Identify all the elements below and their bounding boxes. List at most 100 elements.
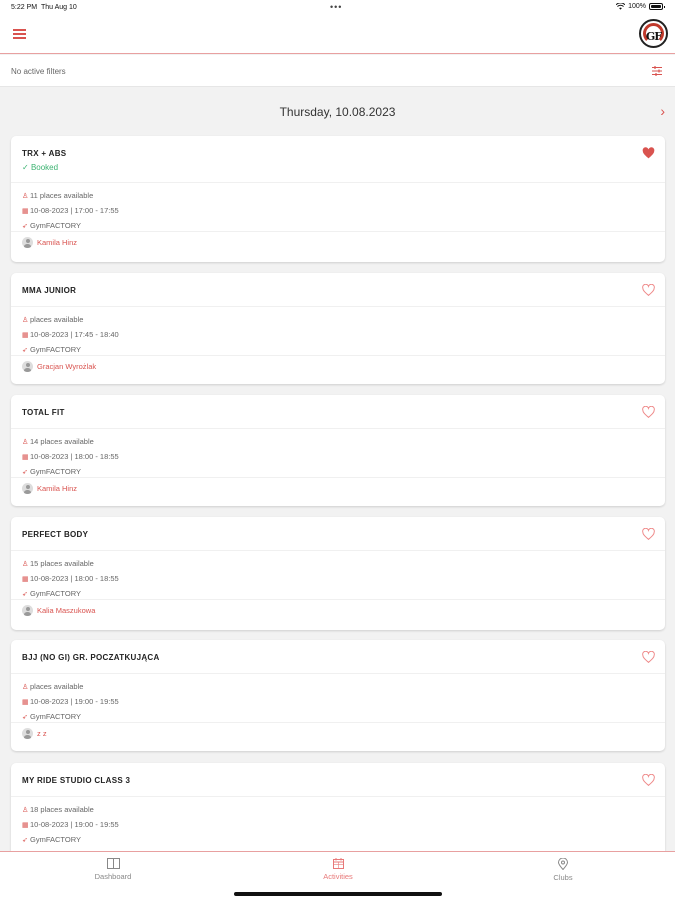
calendar-small-icon: ▦: [22, 699, 29, 706]
card-divider: [11, 477, 665, 478]
battery-percent: 100%: [628, 3, 646, 10]
filter-status: No active filters: [11, 67, 66, 76]
activity-datetime: 10-08-2023 | 18:00 - 18:55: [30, 452, 119, 461]
next-day-chevron-icon[interactable]: ›: [660, 103, 665, 119]
card-divider: [11, 673, 665, 674]
logo-text: GF: [645, 30, 662, 43]
activity-card[interactable]: TRX + ABS ✓ Booked ♙ 11 places available ▦…: [11, 136, 665, 262]
places-available: 14 places available: [30, 437, 94, 446]
nav-clubs-label: Clubs: [553, 873, 573, 882]
places-available: 18 places available: [30, 805, 94, 814]
activity-club: GymFACTORY: [30, 835, 81, 844]
places-available: places available: [30, 682, 84, 691]
filter-bar: No active filters: [0, 55, 675, 87]
calendar-small-icon: ▦: [22, 576, 29, 583]
heart-outline-icon[interactable]: [642, 405, 655, 419]
person-icon: ♙: [22, 317, 29, 324]
nav-dashboard-label: Dashboard: [94, 872, 132, 881]
filter-sliders-icon[interactable]: [651, 65, 663, 77]
nav-dashboard[interactable]: Dashboard: [73, 858, 153, 881]
activity-title: TRX + ABS: [22, 149, 67, 158]
activity-info: ♙ places available ▦10-08-2023 | 17:45 - …: [22, 313, 119, 358]
trainer-row[interactable]: Kalia Maszukowa: [22, 605, 95, 616]
heart-outline-icon[interactable]: [642, 650, 655, 664]
location-small-icon: ➶: [22, 837, 28, 844]
battery-icon: [649, 3, 665, 10]
activity-title: MY RIDE STUDIO CLASS 3: [22, 776, 131, 785]
activity-datetime: 10-08-2023 | 17:00 - 17:55: [30, 206, 119, 215]
nav-activities-label: Activities: [323, 872, 353, 881]
activity-card[interactable]: BJJ (NO GI) GR. POCZATKUJĄCA ♙ places ava…: [11, 640, 665, 751]
wifi-icon: [616, 3, 626, 10]
home-indicator[interactable]: [234, 892, 442, 896]
avatar-icon: [22, 483, 33, 494]
datetime-row: ▦10-08-2023 | 18:00 - 18:55: [22, 450, 119, 465]
menu-icon[interactable]: [13, 29, 26, 39]
heart-outline-icon[interactable]: [642, 283, 655, 297]
multitasking-dots-icon[interactable]: •••: [330, 2, 342, 12]
places-row: ♙ 18 places available: [22, 803, 119, 818]
datetime-row: ▦10-08-2023 | 17:00 - 17:55: [22, 204, 119, 219]
club-row: ➶ GymFACTORY: [22, 833, 119, 848]
activity-info: ♙ 11 places available ▦10-08-2023 | 17:00…: [22, 189, 119, 234]
places-row: ♙ 14 places available: [22, 435, 119, 450]
date-navigator: Thursday, 10.08.2023 ›: [0, 100, 675, 124]
activity-info: ♙ 14 places available ▦10-08-2023 | 18:00…: [22, 435, 119, 480]
activity-datetime: 10-08-2023 | 17:45 - 18:40: [30, 330, 119, 339]
activity-card[interactable]: MMA JUNIOR ♙ places available ▦10-08-2023…: [11, 273, 665, 384]
heart-outline-icon[interactable]: [642, 773, 655, 787]
calendar-small-icon: ▦: [22, 454, 29, 461]
card-divider: [11, 306, 665, 307]
app-header: GF: [0, 16, 675, 54]
activity-title: BJJ (NO GI) GR. POCZATKUJĄCA: [22, 653, 160, 662]
person-icon: ♙: [22, 561, 29, 568]
trainer-name: z z: [37, 729, 47, 738]
status-right: 100%: [616, 3, 665, 10]
places-available: 11 places available: [30, 191, 94, 200]
places-row: ♙ places available: [22, 680, 119, 695]
activity-title: PERFECT BODY: [22, 530, 89, 539]
trainer-row[interactable]: Kamila Hinz: [22, 483, 77, 494]
calendar-small-icon: ▦: [22, 332, 29, 339]
trainer-row[interactable]: z z: [22, 728, 47, 739]
activity-club: GymFACTORY: [30, 712, 81, 721]
location-pin-icon: [558, 858, 568, 870]
nav-activities[interactable]: Activities: [298, 858, 378, 881]
person-icon: ♙: [22, 439, 29, 446]
activity-datetime: 10-08-2023 | 19:00 - 19:55: [30, 820, 119, 829]
places-row: ♙ places available: [22, 313, 119, 328]
trainer-name: Gracjan Wyrożlak: [37, 362, 97, 371]
trainer-name: Kamila Hinz: [37, 238, 78, 247]
activity-club: GymFACTORY: [30, 221, 81, 230]
card-divider: [11, 550, 665, 551]
club-logo[interactable]: GF: [639, 19, 668, 48]
activity-title: MMA JUNIOR: [22, 286, 77, 295]
trainer-row[interactable]: Kamila Hinz: [22, 237, 77, 248]
datetime-row: ▦10-08-2023 | 19:00 - 19:55: [22, 818, 119, 833]
activity-card[interactable]: MY RIDE STUDIO CLASS 3 ♙ 18 places availa…: [11, 763, 665, 863]
trainer-row[interactable]: Gracjan Wyrożlak: [22, 361, 96, 372]
activity-club: GymFACTORY: [30, 589, 81, 598]
card-divider: [11, 722, 665, 723]
datetime-row: ▦10-08-2023 | 17:45 - 18:40: [22, 328, 119, 343]
avatar-icon: [22, 605, 33, 616]
status-bar: 5:22 PM Thu Aug 10 ••• 100%: [0, 0, 675, 16]
activity-info: ♙ places available ▦10-08-2023 | 19:00 - …: [22, 680, 119, 725]
datetime-row: ▦10-08-2023 | 19:00 - 19:55: [22, 695, 119, 710]
person-icon: ♙: [22, 684, 29, 691]
heart-filled-icon[interactable]: [642, 146, 655, 159]
activity-club: GymFACTORY: [30, 345, 81, 354]
activity-datetime: 10-08-2023 | 18:00 - 18:55: [30, 574, 119, 583]
calendar-icon: [332, 858, 344, 869]
calendar-small-icon: ▦: [22, 208, 29, 215]
activity-card[interactable]: TOTAL FIT ♙ 14 places available ▦10-08-20…: [11, 395, 665, 506]
activity-club: GymFACTORY: [30, 467, 81, 476]
check-circle-icon: ✓: [22, 163, 31, 172]
avatar-icon: [22, 237, 33, 248]
places-available: 15 places available: [30, 559, 94, 568]
activity-card[interactable]: PERFECT BODY ♙ 15 places available ▦10-08…: [11, 517, 665, 630]
status-time: 5:22 PM Thu Aug 10: [11, 4, 77, 11]
card-divider: [11, 599, 665, 600]
nav-clubs[interactable]: Clubs: [523, 858, 603, 882]
heart-outline-icon[interactable]: [642, 527, 655, 541]
